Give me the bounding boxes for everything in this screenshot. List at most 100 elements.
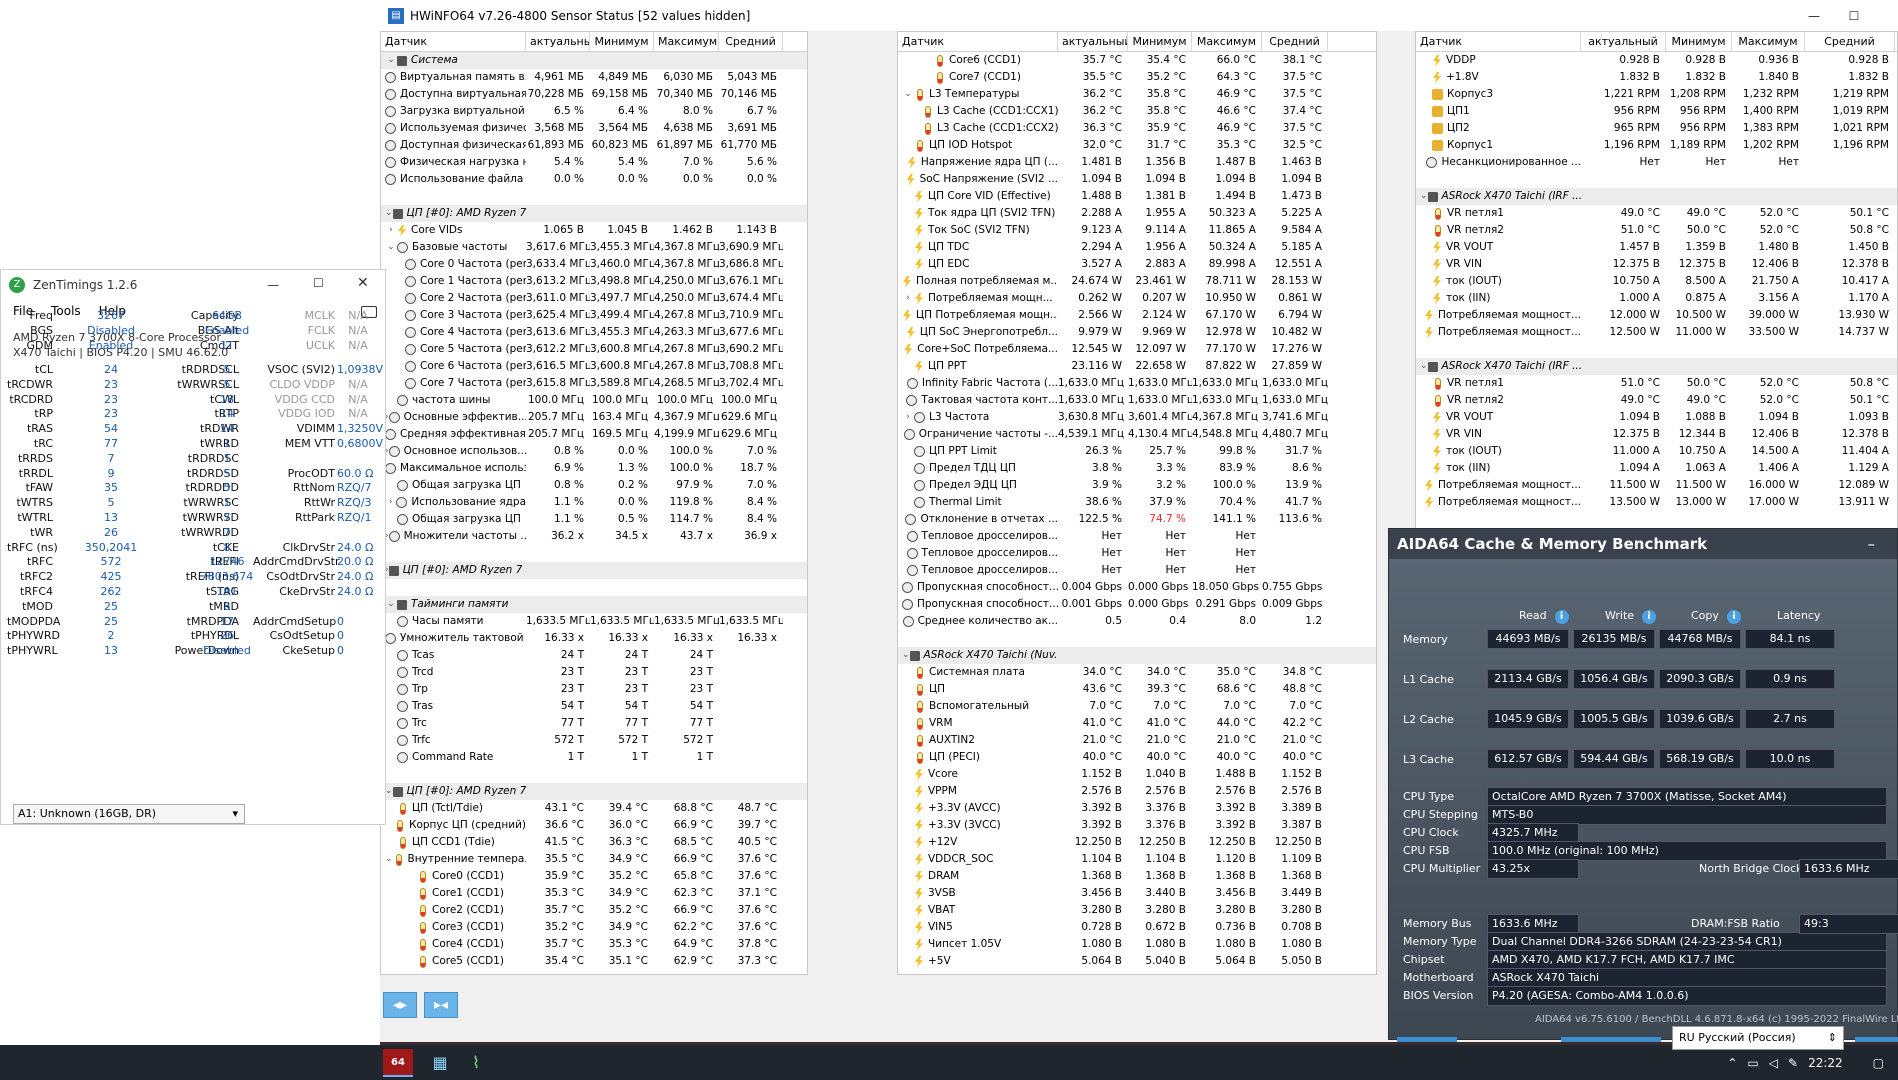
sensor-row[interactable]: Отклонение в отчетах ... 122.5 % 74.7 % 141… <box>898 511 1376 528</box>
sensor-row[interactable]: Ток SoC (SVI2 TFN) 9.123 A 9.114 A 11.865 A… <box>898 222 1376 239</box>
sensor-row[interactable]: Ограничение частоты -... 4,539.1 МГц 4,130… <box>898 426 1376 443</box>
sensor-row[interactable]: Загрузка виртуальной ... 6.5 % 6.4 % 8.0 % 6… <box>381 103 807 120</box>
maximize-button[interactable]: ☐ <box>1834 0 1874 31</box>
sensor-row[interactable]: Core6 (CCD1) 35.7 °C 35.4 °C 66.0 °C 38.1 °C <box>898 52 1376 69</box>
sensor-row[interactable]: Core+SoC Потребляема... 12.545 W 12.097 W 7… <box>898 341 1376 358</box>
column-header[interactable]: Датчик <box>1416 32 1581 51</box>
clock[interactable]: 22:22 <box>1808 1056 1843 1070</box>
sensor-row[interactable]: DRAM 1.368 В 1.368 В 1.368 В 1.368 В <box>898 868 1376 885</box>
sensor-row[interactable]: Core 2 Частота (perf...3,611.0 МГц3,497.… <box>381 290 807 307</box>
minimize-icon[interactable]: – <box>1868 529 1876 559</box>
sensor-group-row[interactable]: ⌄ ЦП [#0]: AMD Ryzen 7 3... <box>381 783 807 800</box>
sensor-row[interactable]: Tcas 24 T 24 T 24 T <box>381 647 807 664</box>
expand-toggle-icon[interactable]: ⌄ <box>385 239 397 256</box>
sensor-row[interactable]: Физическая нагрузка н... 5.4 % 5.4 % 7.0 % 5… <box>381 154 807 171</box>
sensor-row[interactable]: Thermal Limit 38.6 % 37.9 % 70.4 % 41.7 % <box>898 494 1376 511</box>
sensor-row[interactable]: Предел ЭДЦ ЦП 3.9 % 3.2 % 100.0 % 13.9 % <box>898 477 1376 494</box>
sensor-row[interactable]: AUXTIN2 21.0 °C 21.0 °C 21.0 °C 21.0 °C <box>898 732 1376 749</box>
sensor-row[interactable]: Core1 (CCD1) 35.3 °C 34.9 °C 62.3 °C 37.1 °C <box>381 885 807 902</box>
expand-toggle-icon[interactable]: ⌄ <box>1420 188 1428 205</box>
sensor-row[interactable]: ток (IOUT) 11.000 A 10.750 A 14.500 A 11.404… <box>1416 443 1897 460</box>
sensor-row[interactable]: Предел ТДЦ ЦП 3.8 % 3.3 % 83.9 % 8.6 % <box>898 460 1376 477</box>
sensor-row[interactable]: Тепловое дросселиров... Нет Нет Нет <box>898 562 1376 579</box>
sensor-row[interactable]: +3.3V (AVCC) 3.392 В 3.376 В 3.392 В 3.389 В <box>898 800 1376 817</box>
sensor-row[interactable]: ЦП1 956 RPM 956 RPM 1,400 RPM 1,019 RPM <box>1416 103 1897 120</box>
sensor-row[interactable]: Ток ядра ЦП (SVI2 TFN) 2.288 A 1.955 A 50.3… <box>898 205 1376 222</box>
sensor-row[interactable]: Напряжение ядра ЦП (... 1.481 В 1.356 В 1.4… <box>898 154 1376 171</box>
sensor-row[interactable]: Потребляемая мощност... 12.000 W 10.500 W 3… <box>1416 307 1897 324</box>
maximize-icon[interactable]: ☐ <box>313 276 324 290</box>
expand-toggle-icon[interactable]: ⌄ <box>385 596 397 613</box>
sensor-row[interactable]: ток (IIN) 1.094 A 1.063 A 1.406 A 1.129 A <box>1416 460 1897 477</box>
minimize-icon[interactable]: — <box>267 278 279 292</box>
info-icon[interactable]: i <box>1642 610 1657 624</box>
sensor-row[interactable]: ЦП 43.6 °C 39.3 °C 68.6 °C 48.8 °C <box>898 681 1376 698</box>
nav-collapse-button[interactable]: ▸◂ <box>424 992 458 1018</box>
sensor-row[interactable]: ЦП SoC Энергопотребл... 9.979 W 9.969 W 12.… <box>898 324 1376 341</box>
sensor-row[interactable]: Core5 (CCD1) 35.4 °C 35.1 °C 62.9 °C 37.3 °C <box>381 953 807 970</box>
sensor-row[interactable]: ЦП PPT Limit 26.3 % 25.7 % 99.8 % 31.7 % <box>898 443 1376 460</box>
sensor-row[interactable]: Умножитель тактовой ... 16.33 x 16.33 x 16.… <box>381 630 807 647</box>
sensor-group-row[interactable]: ⌄ Тайминги памяти <box>381 596 807 613</box>
sensor-row[interactable]: VDDP 0.928 В 0.928 В 0.936 В 0.928 В <box>1416 52 1897 69</box>
zentimings-titlebar[interactable]: Z ZenTimings 1.2.6 — ☐ ✕ <box>1 270 385 300</box>
expand-toggle-icon[interactable]: › <box>385 222 397 239</box>
sensor-row[interactable]: Тепловое дросселиров... Нет Нет Нет <box>898 545 1376 562</box>
sensor-row[interactable]: L3 Cache (CCD1:CCX1) 36.2 °C 35.8 °C 46.6 °… <box>898 103 1376 120</box>
sensor-row[interactable]: Среднее количество ак... 0.5 0.4 8.0 1.2 <box>898 613 1376 630</box>
sensor-row[interactable]: Чипсет 1.05V 1.080 В 1.080 В 1.080 В 1.080 В <box>898 936 1376 953</box>
column-header[interactable]: актуальный <box>526 32 590 51</box>
network-icon[interactable]: ▭ <box>1747 1056 1758 1070</box>
sensor-row[interactable]: Несанкционированное ... Нет Нет Нет <box>1416 154 1897 171</box>
expand-toggle-icon[interactable]: ⌄ <box>902 647 910 664</box>
sensor-row[interactable]: Core 4 Частота (perf...3,613.6 МГц3,455.… <box>381 324 807 341</box>
sensor-row[interactable]: ЦП TDC 2.294 A 1.956 A 50.324 A 5.185 A <box>898 239 1376 256</box>
sensor-row[interactable]: ЦП IOD Hotspot 32.0 °C 31.7 °C 35.3 °C 32.5 … <box>898 137 1376 154</box>
sensor-row[interactable]: Тепловое дросселиров... Нет Нет Нет <box>898 528 1376 545</box>
sensor-row[interactable]: Core 5 Частота (perf...3,612.2 МГц3,600.… <box>381 341 807 358</box>
sensor-row[interactable]: Infinity Fabric Частота (... 1,633.0 МГц 1… <box>898 375 1376 392</box>
sensor-row[interactable]: Доступна виртуальная ...70,228 МБ 69,158 … <box>381 86 807 103</box>
expand-toggle-icon[interactable]: › <box>902 290 914 307</box>
sensor-row[interactable]: ток (IIN) 1.000 A 0.875 A 3.156 A 1.170 A <box>1416 290 1897 307</box>
expand-toggle-icon[interactable]: › <box>902 409 914 426</box>
sensor-row[interactable]: VR VIN 12.375 В 12.375 В 12.406 В 12.378 В <box>1416 256 1897 273</box>
column-header[interactable]: Максимум <box>1192 32 1262 51</box>
sensor-row[interactable]: Вспомогательный 7.0 °C 7.0 °C 7.0 °C 7.0 °C <box>898 698 1376 715</box>
sensor-row[interactable]: Системная плата 34.0 °C 34.0 °C 35.0 °C 34.8… <box>898 664 1376 681</box>
expand-toggle-icon[interactable]: ⌄ <box>385 783 393 800</box>
sensor-row[interactable]: Vcore 1.152 В 1.040 В 1.488 В 1.152 В <box>898 766 1376 783</box>
sensor-row[interactable]: VR VOUT 1.094 В 1.088 В 1.094 В 1.093 В <box>1416 409 1897 426</box>
close-icon[interactable]: ✕ <box>357 275 369 291</box>
sensor-row[interactable]: ЦП (Tctl/Tdie) 43.1 °C 39.4 °C 68.8 °C 48.7 … <box>381 800 807 817</box>
sensor-group-row[interactable]: ⌄ ASRock X470 Taichi (Nuv... <box>898 647 1376 664</box>
sensor-row[interactable]: Используемая физичес... 3,568 МБ 3,564 МБ 4… <box>381 120 807 137</box>
sensor-row[interactable]: › Основные эффектив... 205.7 МГц 163.4 МГц 4… <box>381 409 807 426</box>
sensor-row[interactable]: Потребляемая мощност... 13.500 W 13.000 W 1… <box>1416 494 1897 511</box>
minimize-button[interactable]: — <box>1794 0 1834 31</box>
sensor-row[interactable]: VR петля2 51.0 °C 50.0 °C 52.0 °C 50.8 °C <box>1416 222 1897 239</box>
sensor-row[interactable]: ⌄ L3 Температуры 36.2 °C 35.8 °C 46.9 °C 37.5… <box>898 86 1376 103</box>
sensor-row[interactable]: › Основное использов... 0.8 % 0.0 % 100.0 % 7… <box>381 443 807 460</box>
sensor-row[interactable]: VBAT 3.280 В 3.280 В 3.280 В 3.280 В <box>898 902 1376 919</box>
sensor-row[interactable]: › L3 Частота 3,630.8 МГц 3,601.4 МГц 4,367.8… <box>898 409 1376 426</box>
sensor-row[interactable]: SoC Напряжение (SVI2 ... 1.094 В 1.094 В 1.… <box>898 171 1376 188</box>
expand-toggle-icon[interactable]: ⌄ <box>385 205 393 222</box>
sensor-row[interactable]: Полная потребляемая м... 24.674 W 23.461 W… <box>898 273 1376 290</box>
chevron-up-icon[interactable]: ⌃ <box>1727 1056 1737 1070</box>
sensor-row[interactable]: частота шины 100.0 МГц 100.0 МГц 100.0 МГц 1… <box>381 392 807 409</box>
info-icon[interactable]: i <box>1726 610 1741 624</box>
sensor-group-row[interactable]: ⌄ ASRock X470 Taichi (IRF ... <box>1416 188 1897 205</box>
sensor-row[interactable]: ЦП (PECI) 40.0 °C 40.0 °C 40.0 °C 40.0 °C <box>898 749 1376 766</box>
sensor-row[interactable]: Core3 (CCD1) 35.2 °C 34.9 °C 62.2 °C 37.6 °C <box>381 919 807 936</box>
sensor-row[interactable]: VR VIN 12.375 В 12.344 В 12.406 В 12.378 В <box>1416 426 1897 443</box>
sensor-row[interactable]: VR VOUT 1.457 В 1.359 В 1.480 В 1.450 В <box>1416 239 1897 256</box>
sensor-row[interactable]: +1.8V 1.832 В 1.832 В 1.840 В 1.832 В <box>1416 69 1897 86</box>
sensor-row[interactable]: +3.3V (3VCC) 3.392 В 3.376 В 3.392 В 3.387 В <box>898 817 1376 834</box>
sensor-row[interactable]: Trp 23 T 23 T 23 T <box>381 681 807 698</box>
sensor-row[interactable]: Корпус3 1,221 RPM 1,208 RPM 1,232 RPM 1,219 … <box>1416 86 1897 103</box>
sensor-row[interactable]: Core 3 Частота (perf...3,625.4 МГц3,499.… <box>381 307 807 324</box>
sensor-row[interactable]: 3VSB 3.456 В 3.440 В 3.456 В 3.449 В <box>898 885 1376 902</box>
expand-toggle-icon[interactable]: ⌄ <box>1420 358 1428 375</box>
sensor-pane-2[interactable]: Датчик актуальный Минимум Максимум Средний Co… <box>897 31 1377 975</box>
